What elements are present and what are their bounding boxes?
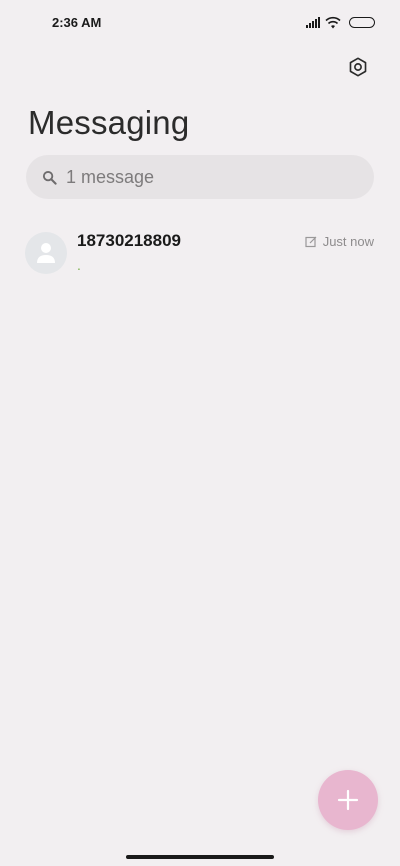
messaging-screen: 2:36 AM Messaging 1 message 18730218809 …: [0, 0, 400, 866]
search-placeholder: 1 message: [66, 166, 155, 187]
conversation-meta: Just now: [305, 234, 374, 249]
search-icon: [42, 170, 57, 185]
search-input[interactable]: 1 message: [26, 155, 374, 199]
wifi-icon: [325, 16, 341, 28]
settings-icon: [349, 57, 367, 77]
new-message-button[interactable]: [318, 770, 378, 830]
battery-icon: [349, 16, 375, 28]
plus-icon: [337, 789, 359, 811]
status-time: 2:36 AM: [52, 15, 102, 30]
conversation-item[interactable]: 18730218809 . Just now: [0, 222, 400, 284]
page-title: Messaging: [28, 104, 190, 141]
home-indicator[interactable]: [126, 855, 274, 859]
status-bar: 2:36 AM: [0, 0, 400, 44]
avatar[interactable]: [25, 232, 67, 274]
draft-icon: [305, 236, 317, 247]
status-icons: [306, 15, 375, 29]
settings-button[interactable]: [346, 55, 370, 79]
conversation-name: 18730218809: [77, 231, 182, 250]
avatar-person-icon: [37, 243, 55, 263]
signal-icon: [306, 16, 320, 28]
conversation-snippet: .: [77, 257, 81, 273]
conversation-time: Just now: [322, 234, 374, 249]
